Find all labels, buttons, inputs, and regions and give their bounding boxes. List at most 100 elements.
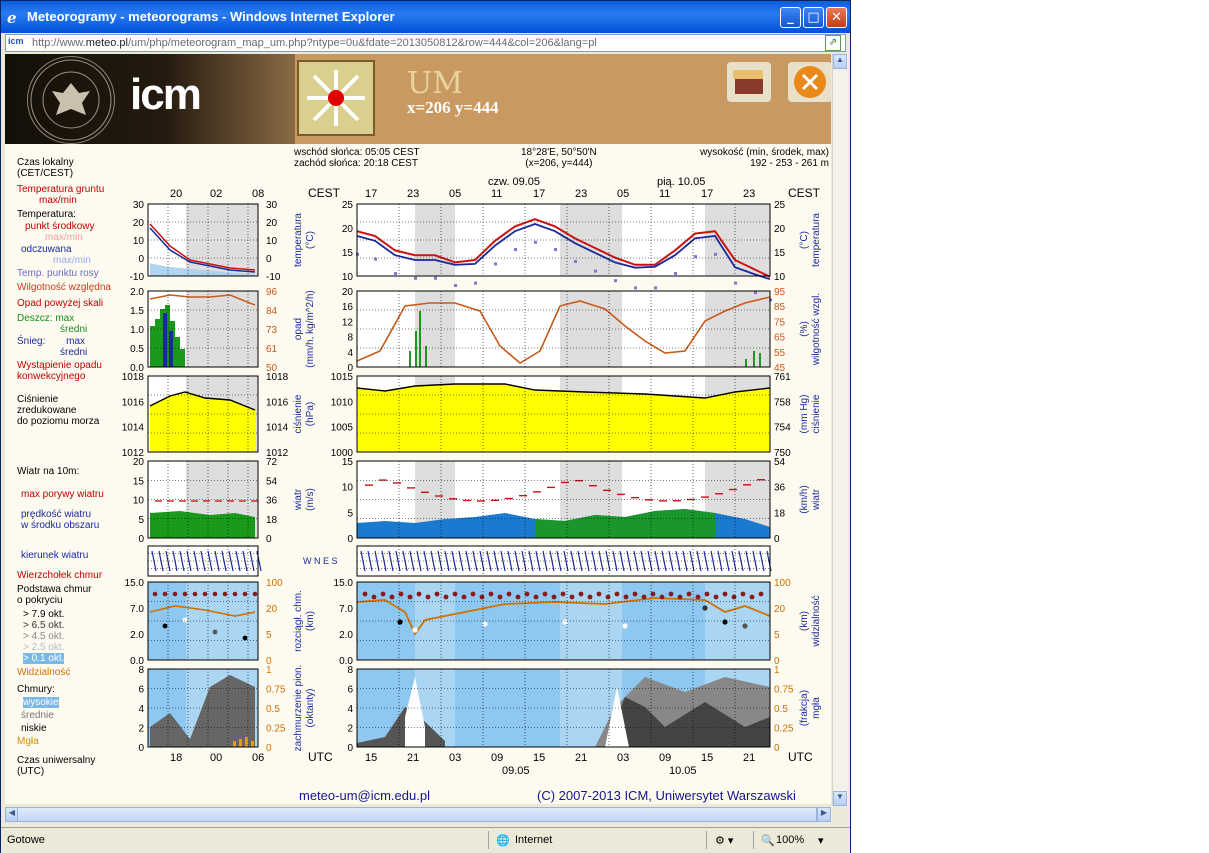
mini-fog-bar [245,737,248,747]
cover-axis-label: (oktanty) [305,689,316,728]
mini-wind-tick-left: 15 [133,476,145,487]
visibility-tick-right: 5 [774,630,780,641]
contact-email[interactable]: meteo-um@icm.edu.pl [299,788,430,803]
utc-tick: 21 [743,752,755,764]
cloud-top-dot [569,594,575,600]
utc-tick: 03 [617,752,629,764]
wind-axis-label-right: wiatr [811,488,822,511]
mini-cloud-top-dot [252,591,258,597]
copyright: (C) 2007-2013 ICM, Uniwersytet Warszawsk… [537,788,796,803]
cloud-top-dot [506,591,512,597]
utc-label-right: UTC [788,750,813,764]
zoom-level[interactable]: 100% [776,834,804,846]
mini-cover-tick-left: 8 [138,665,144,676]
cloud-top-dot [695,594,701,600]
ie-icon: e [7,9,17,27]
cover-tick-left: 4 [347,704,353,715]
mini-wind-tick-left: 10 [133,496,145,507]
dew-point-mark [574,260,577,263]
mini-cloud-top-dot [172,591,178,597]
precip-tick-left: 12 [342,317,354,328]
close-button[interactable]: ✕ [826,7,847,28]
cloud-top-dot [659,594,665,600]
meteogram-chart: 17 23 05 11 17 23 05 11 17 23CEST CESTczw. 09.05 pi… [122,176,822,777]
fog-tick-right: 1 [774,665,780,676]
pressure-tick-right: 754 [774,423,791,434]
mini-cloud-top-dot [182,591,188,597]
mini-cloud-top-dot [152,591,158,597]
horizontal-scrollbar[interactable]: ◀ ▶ [5,807,832,822]
cover-axis-label: zachmurzenie pion. [293,665,304,752]
cest-label-left: CEST [308,186,341,200]
zoom-dropdown-icon[interactable]: ▾ [818,834,824,847]
wind-tick-right: 54 [774,457,786,468]
cloud-top-dot [425,594,431,600]
dew-point-mark [554,248,557,251]
humidity-tick-right: 55 [774,348,786,359]
utc-date: 10.05 [669,765,697,777]
cloud-axis-label: (km) [305,611,316,631]
scroll-thumb[interactable] [17,807,817,822]
temp-tick-right: 10 [774,272,786,283]
vertical-scrollbar[interactable]: ▲ ▼ [832,54,848,806]
zoom-icon[interactable]: 🔍 [761,834,775,847]
mini-cloud-tick-left: 2.0 [130,630,144,641]
mini-wind-tick-right: 54 [266,476,278,487]
cloud-top-dot [578,591,584,597]
cloud-top-dot [614,591,620,597]
temp-tick-right: 20 [774,224,786,235]
cest-tick: 17 [701,188,713,200]
mini-cloud-top-dot [222,591,228,597]
mini-visibility-tick-right: 5 [266,630,272,641]
pressure-axis-label: (hPa) [305,402,316,426]
cloud-top-dot [632,591,638,597]
mini-pressure-tick-left: 1016 [122,397,145,408]
mini-pressure-tick-left: 1018 [122,372,145,383]
mini-wind-tick-left: 5 [138,515,144,526]
cover-tick-left: 0 [347,743,353,754]
mini-cover-tick-left: 0 [138,743,144,754]
mini-cloud-top-dot [192,591,198,597]
mini-cest-tick: 08 [252,188,264,200]
address-url[interactable]: http://www.meteo.pl/um/php/meteorogram_m… [32,37,597,49]
maximize-button[interactable]: □ [803,7,824,28]
utc-date: 09.05 [502,765,530,777]
temp-tick-left: 10 [342,272,354,283]
scroll-right-button[interactable]: ▶ [817,807,831,822]
scroll-down-button[interactable]: ▼ [833,791,847,806]
minimize-button[interactable]: _ [780,7,801,28]
mini-pressure-tick-left: 1014 [122,423,145,434]
wind-tick-right: 18 [774,508,786,519]
mini-rain-bar [175,337,180,367]
wind-axis-label-right: (km/h) [799,485,810,513]
mini-wind-tick-left: 20 [133,457,145,468]
cloud-top-dot [623,594,629,600]
cloud-base-dot [702,605,708,611]
cover-tick-left: 8 [347,665,353,676]
mini-fog-bar [251,741,254,747]
cloud-top-dot [488,591,494,597]
cloud-top-dot [668,591,674,597]
humidity-tick-right: 85 [774,302,786,313]
cest-tick: 23 [575,188,587,200]
scroll-up-button[interactable]: ▲ [833,54,847,69]
cloud-top-dot [731,594,737,600]
temp-axis-label-right: temperatura [811,213,822,267]
protected-mode-icon[interactable]: ⚙ ▾ [715,834,733,847]
mini-wind-tick-left: 0 [138,534,144,545]
wind-axis-label: (m/s) [305,488,316,511]
page-icon[interactable]: ⇗ [825,35,841,51]
dew-point-mark [434,276,437,280]
wind-tick-left: 10 [342,483,354,494]
mini-cloud-tick-left: 7.0 [130,604,144,615]
address-bar[interactable]: icm http://www.meteo.pl/um/php/meteorogr… [5,34,846,52]
mini-temp-tick-right: 30 [266,200,278,211]
fog-axis-label: mgła [811,697,822,719]
cest-tick: 23 [407,188,419,200]
zone-text: Internet [515,834,553,846]
cloud-base-dot [742,623,748,629]
cest-tick: 05 [617,188,629,200]
wind-axis-label: wiatr [293,488,304,511]
cloud-top-dot [470,591,476,597]
mini-pressure-tick-right: 1018 [266,372,289,383]
